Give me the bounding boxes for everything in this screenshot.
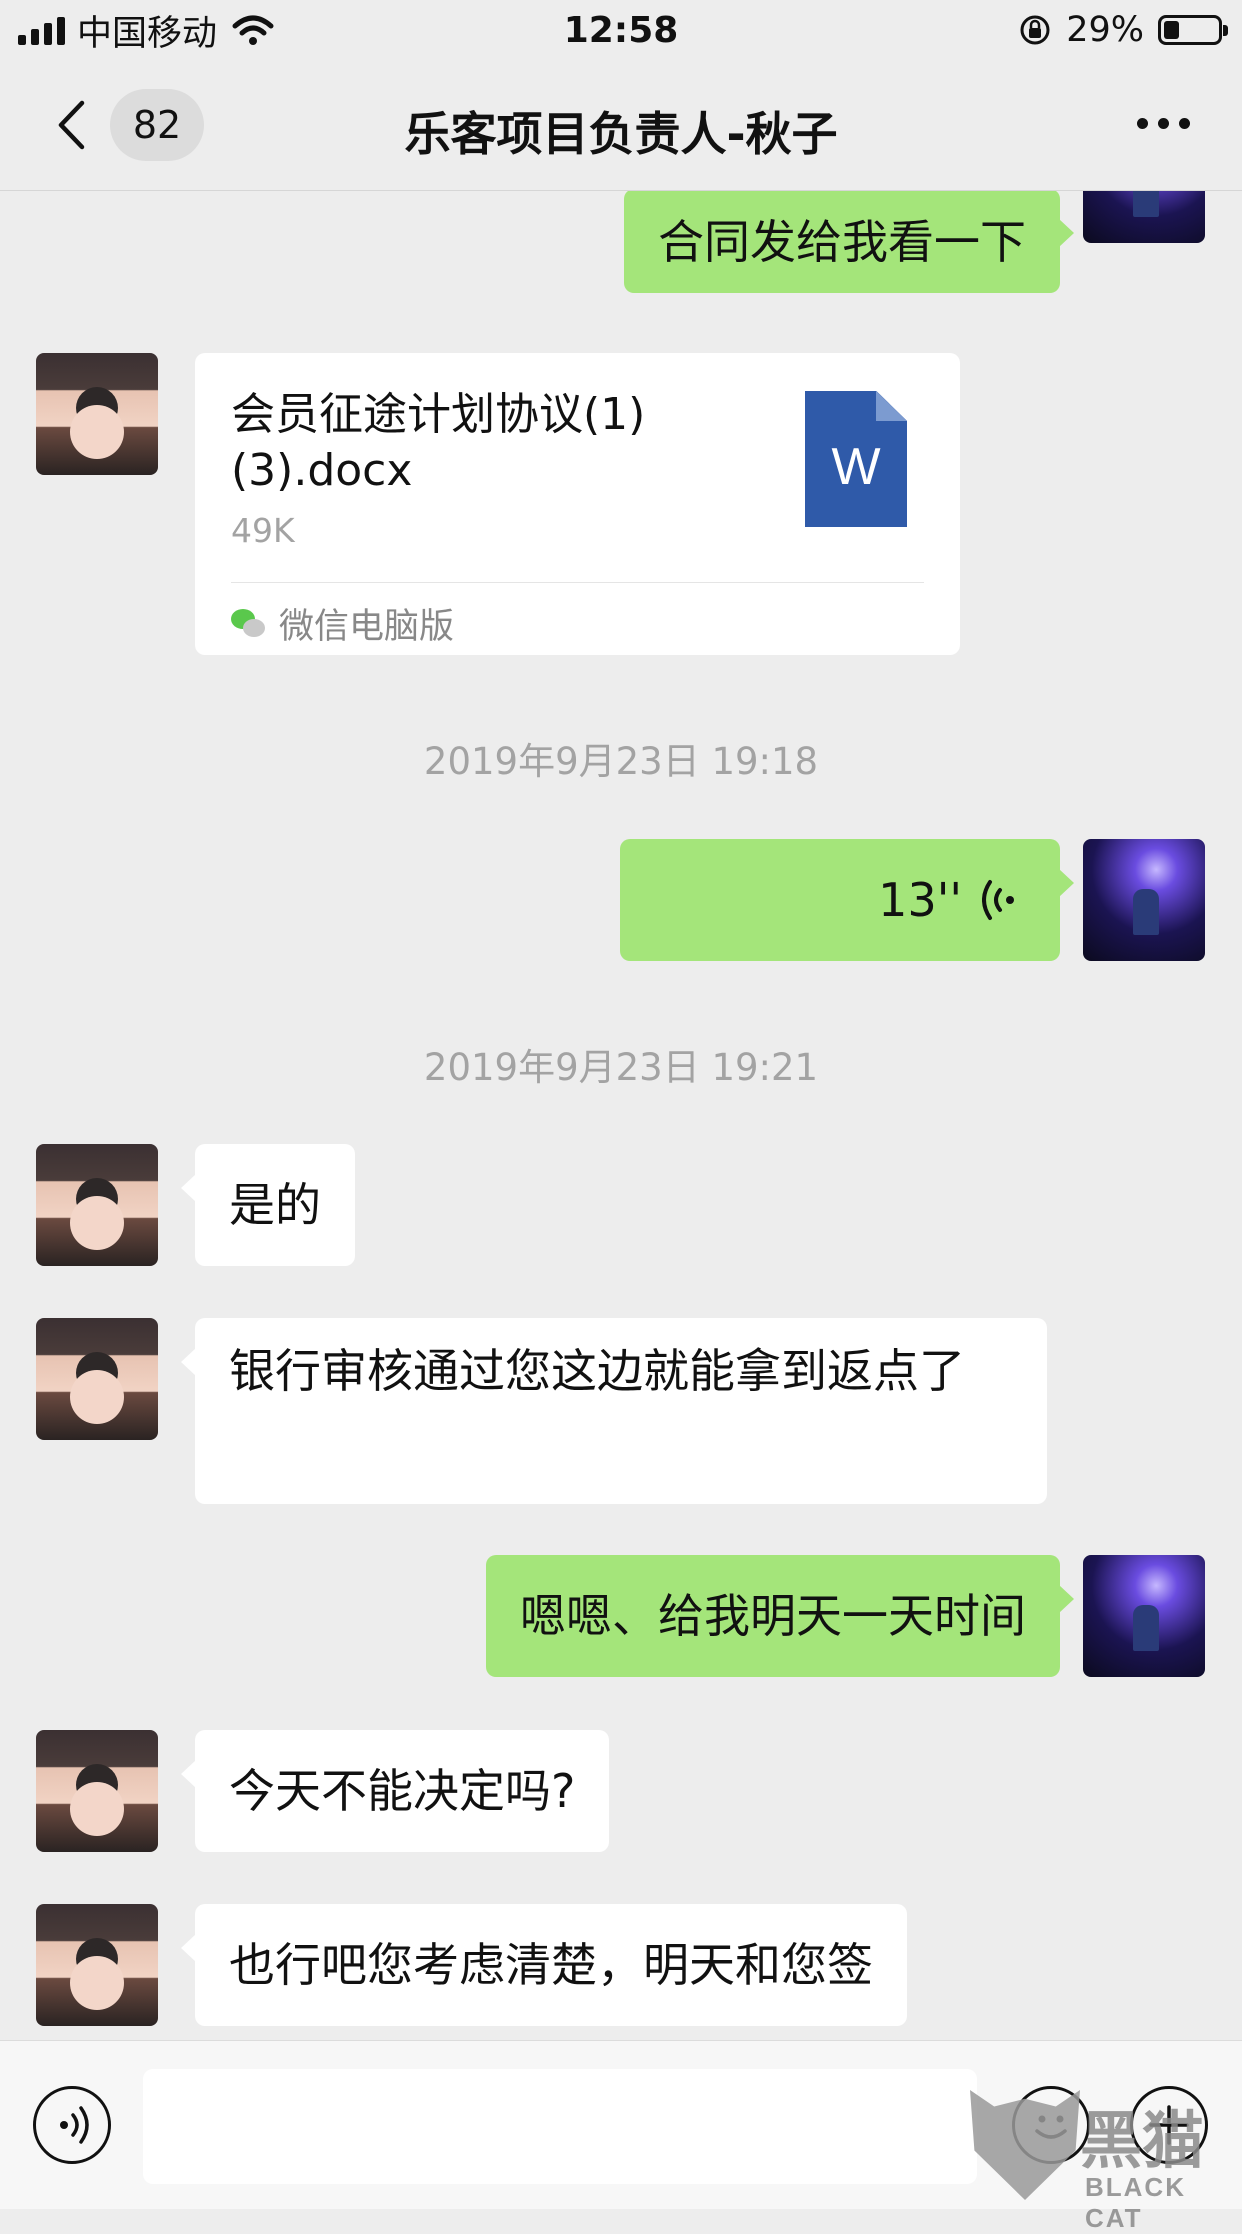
voice-input-button[interactable]: [33, 2086, 111, 2164]
battery-icon: [1158, 15, 1228, 45]
chat-header: 82 乐客项目负责人-秋子: [0, 60, 1242, 191]
my-avatar[interactable]: [1083, 1555, 1205, 1677]
my-avatar[interactable]: [1083, 839, 1205, 961]
watermark-logo: 黑猫 BLACK CAT: [970, 2090, 1242, 2233]
black-cat-icon: [970, 2090, 1080, 2200]
contact-avatar[interactable]: [36, 1730, 158, 1852]
wechat-icon: [231, 608, 265, 639]
file-name: 会员征途计划协议(1) (3).docx: [231, 389, 646, 496]
incoming-message[interactable]: 是的: [181, 1144, 355, 1266]
more-options-icon[interactable]: [1137, 118, 1190, 129]
timestamp: 2019年9月23日 19:21: [423, 1046, 819, 1089]
file-message[interactable]: 会员征途计划协议(1) (3).docx 49K W 微信电脑版: [195, 353, 960, 655]
voice-message[interactable]: 13'': [620, 839, 1074, 961]
voice-icon: [60, 2106, 89, 2144]
incoming-message[interactable]: 今天不能决定吗?: [180, 1730, 610, 1852]
contact-avatar[interactable]: [36, 1904, 158, 2026]
incoming-message[interactable]: 银行审核通过您这边就能拿到返点了: [181, 1318, 1047, 1504]
outgoing-message[interactable]: 嗯嗯、给我明天一天时间: [486, 1555, 1074, 1677]
contact-avatar[interactable]: [36, 1144, 158, 1266]
contact-avatar[interactable]: [36, 353, 158, 475]
divider: [231, 582, 924, 583]
timestamp: 2019年9月23日 19:18: [423, 740, 819, 783]
message-list[interactable]: 合同发给我看一下 会员征途计划协议(1) (3).docx 49K W 微信电脑…: [0, 191, 1242, 2041]
battery-percent: 29%: [1066, 10, 1144, 50]
file-source: 微信电脑版: [231, 598, 454, 649]
rotation-lock-icon: [1020, 15, 1050, 45]
chat-title: 乐客项目负责人-秋子: [404, 107, 838, 161]
status-bar: 中国移动 12:58 29%: [0, 0, 1242, 60]
contact-avatar[interactable]: [36, 1318, 158, 1440]
incoming-message[interactable]: 也行吧您考虑清楚，明天和您签: [181, 1904, 907, 2026]
outgoing-message[interactable]: 合同发给我看一下: [624, 191, 1074, 293]
voice-wave-icon: [982, 880, 1014, 920]
my-avatar[interactable]: [1083, 191, 1205, 243]
file-size: 49K: [231, 511, 295, 550]
message-input[interactable]: [143, 2069, 977, 2184]
